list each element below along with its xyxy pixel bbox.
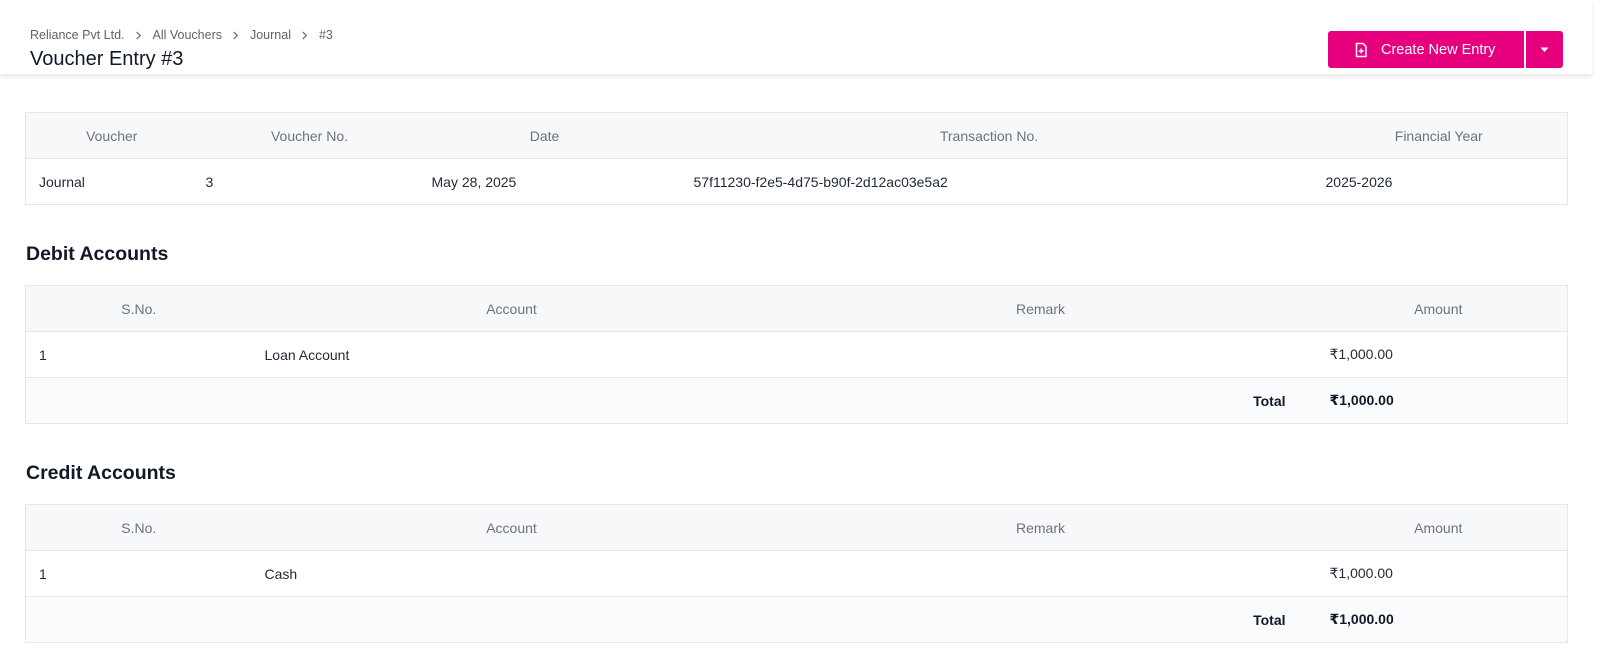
column-header-sno: S.No. [25,285,252,332]
total-label: Total [771,377,1310,424]
breadcrumb-journal[interactable]: Journal [250,28,291,42]
create-new-entry-label: Create New Entry [1381,41,1496,58]
chevron-right-icon [222,30,250,40]
total-value: ₹1,000.00 [1309,596,1568,643]
financial-year-cell: 2025-2026 [1310,158,1568,205]
voucher-date-cell: May 28, 2025 [421,158,668,205]
breadcrumb-current: #3 [318,28,333,42]
account-cell: Cash [251,550,772,597]
remark-cell [771,550,1310,597]
table-row: 1 Loan Account ₹1,000.00 [25,331,1568,378]
column-header-voucher: Voucher [25,112,198,159]
create-entry-dropdown-button[interactable] [1526,31,1563,68]
column-header-date: Date [421,112,668,159]
chevron-right-icon [125,30,153,40]
table-header-row: S.No. Account Remark Amount [25,285,1568,332]
table-header-row: Voucher Voucher No. Date Transaction No.… [25,112,1568,159]
amount-cell: ₹1,000.00 [1309,550,1568,597]
total-label: Total [771,596,1310,643]
caret-down-icon [1540,47,1549,52]
create-entry-button-group: Create New Entry [1328,31,1563,68]
column-header-remark: Remark [771,504,1310,551]
chevron-right-icon [291,30,319,40]
remark-cell [771,331,1310,378]
account-cell: Loan Account [251,331,772,378]
column-header-remark: Remark [771,285,1310,332]
page-header: Reliance Pvt Ltd. All Vouchers Journal #… [0,0,1592,75]
column-header-sno: S.No. [25,504,252,551]
column-header-financial-year: Financial Year [1310,112,1568,159]
total-value: ₹1,000.00 [1309,377,1568,424]
credit-accounts-table: S.No. Account Remark Amount 1 Cash ₹1,00… [25,504,1568,643]
breadcrumb: Reliance Pvt Ltd. All Vouchers Journal #… [30,27,333,43]
column-header-amount: Amount [1309,285,1568,332]
voucher-info-table: Voucher Voucher No. Date Transaction No.… [25,112,1568,205]
table-row: 1 Cash ₹1,000.00 [25,550,1568,597]
file-plus-icon [1353,42,1369,58]
voucher-number-cell: 3 [197,158,422,205]
breadcrumb-company[interactable]: Reliance Pvt Ltd. [30,28,125,42]
debit-accounts-table: S.No. Account Remark Amount 1 Loan Accou… [25,285,1568,424]
total-row: Total ₹1,000.00 [25,596,1568,643]
column-header-account: Account [251,504,772,551]
button-divider [1524,31,1526,68]
transaction-number-cell: 57f11230-f2e5-4d75-b90f-2d12ac03e5a2 [667,158,1311,205]
sno-cell: 1 [25,331,252,378]
credit-accounts-heading: Credit Accounts [26,462,176,484]
breadcrumb-all-vouchers[interactable]: All Vouchers [153,28,222,42]
column-header-account: Account [251,285,772,332]
table-header-row: S.No. Account Remark Amount [25,504,1568,551]
column-header-amount: Amount [1309,504,1568,551]
column-header-transaction-no: Transaction No. [667,112,1311,159]
table-row: Journal 3 May 28, 2025 57f11230-f2e5-4d7… [25,158,1568,205]
sno-cell: 1 [25,550,252,597]
create-new-entry-button[interactable]: Create New Entry [1328,31,1524,68]
column-header-voucher-no: Voucher No. [197,112,422,159]
amount-cell: ₹1,000.00 [1309,331,1568,378]
total-row: Total ₹1,000.00 [25,377,1568,424]
debit-accounts-heading: Debit Accounts [26,243,169,265]
page-title: Voucher Entry #3 [30,48,184,70]
voucher-type-cell: Journal [25,158,198,205]
